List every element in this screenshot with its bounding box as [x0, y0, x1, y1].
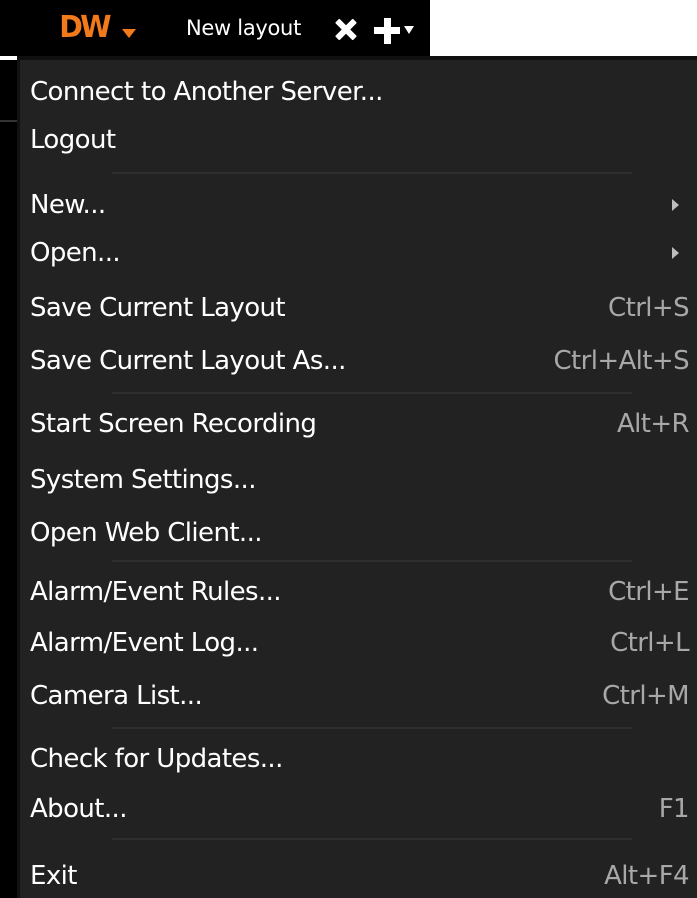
menu-separator	[112, 838, 632, 840]
menu-item-shortcut: Alt+R	[616, 409, 690, 439]
menu-item-web-client[interactable]: Open Web Client...	[20, 512, 697, 554]
chevron-down-icon	[122, 28, 136, 38]
main-menu-button[interactable]: DW	[58, 8, 136, 48]
app-logo: DW	[59, 10, 111, 45]
menu-item-logout[interactable]: Logout	[20, 119, 697, 161]
menu-item-exit[interactable]: Exit Alt+F4	[20, 855, 697, 897]
menu-separator	[112, 172, 632, 174]
menu-separator	[112, 392, 632, 394]
menu-item-label: Logout	[30, 125, 116, 155]
menu-separator	[112, 560, 632, 562]
menu-item-open[interactable]: Open...	[20, 232, 697, 274]
menu-item-label: Check for Updates...	[30, 744, 283, 774]
close-icon[interactable]	[334, 18, 356, 40]
menu-item-shortcut: Ctrl+M	[602, 681, 689, 711]
menu-item-label: Open Web Client...	[30, 518, 263, 548]
main-dropdown-menu: Connect to Another Server... Logout New.…	[17, 56, 697, 898]
menu-item-save-layout-as[interactable]: Save Current Layout As... Ctrl+Alt+S	[20, 340, 697, 382]
menu-item-label: Start Screen Recording	[30, 409, 317, 439]
chevron-down-icon[interactable]	[404, 26, 414, 34]
menu-item-connect-server[interactable]: Connect to Another Server...	[20, 71, 697, 113]
menu-item-event-log[interactable]: Alarm/Event Log... Ctrl+L	[20, 622, 697, 664]
menu-item-label: Save Current Layout	[30, 293, 286, 323]
menu-item-camera-list[interactable]: Camera List... Ctrl+M	[20, 675, 697, 717]
menu-item-shortcut: Ctrl+L	[610, 628, 690, 658]
menu-item-new[interactable]: New...	[20, 184, 697, 226]
menu-item-label: Camera List...	[30, 681, 203, 711]
menu-item-label: Exit	[30, 861, 77, 891]
chevron-right-icon	[672, 199, 679, 211]
chevron-right-icon	[672, 247, 679, 259]
tab-title: New layout	[186, 16, 302, 40]
top-tab-bar: DW New layout	[0, 0, 430, 56]
menu-separator	[112, 727, 632, 729]
background-panel-edge	[0, 60, 17, 898]
menu-item-label: Alarm/Event Log...	[30, 628, 259, 658]
menu-item-shortcut: Ctrl+S	[608, 293, 690, 323]
menu-item-shortcut: Ctrl+E	[608, 577, 689, 607]
menu-item-event-rules[interactable]: Alarm/Event Rules... Ctrl+E	[20, 571, 697, 613]
menu-item-check-updates[interactable]: Check for Updates...	[20, 738, 697, 780]
menu-item-label: About...	[30, 794, 127, 824]
tab-new-layout[interactable]: New layout	[172, 8, 301, 48]
menu-item-label: New...	[30, 190, 106, 220]
application-window: DW New layout Connect to Another Server.…	[0, 0, 697, 898]
menu-item-label: System Settings...	[30, 465, 256, 495]
menu-item-about[interactable]: About... F1	[20, 788, 697, 830]
plus-icon[interactable]	[374, 18, 400, 44]
menu-item-screen-recording[interactable]: Start Screen Recording Alt+R	[20, 403, 697, 445]
menu-item-system-settings[interactable]: System Settings...	[20, 459, 697, 501]
menu-item-label: Connect to Another Server...	[30, 77, 383, 107]
menu-item-label: Open...	[30, 238, 121, 268]
menu-item-save-layout[interactable]: Save Current Layout Ctrl+S	[20, 287, 697, 329]
menu-item-label: Save Current Layout As...	[30, 346, 346, 376]
menu-item-label: Alarm/Event Rules...	[30, 577, 282, 607]
menu-item-shortcut: Alt+F4	[604, 861, 689, 891]
menu-item-shortcut: F1	[658, 794, 690, 824]
menu-item-shortcut: Ctrl+Alt+S	[553, 346, 689, 376]
